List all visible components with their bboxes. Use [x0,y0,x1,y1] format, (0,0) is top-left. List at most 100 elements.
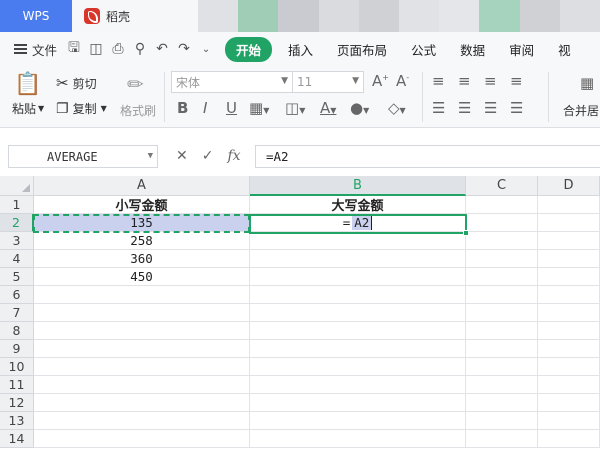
merge-center-button[interactable]: 合并居 [563,102,599,119]
undo-icon[interactable]: ↶ [151,41,173,57]
select-all-corner[interactable] [0,176,34,196]
column-header-c[interactable]: C [466,176,538,196]
cell-b14[interactable] [250,430,466,448]
bold-icon[interactable]: B [177,99,188,117]
row-header-5[interactable]: 5 [0,268,34,286]
eraser-icon[interactable]: ◇▼ [388,99,406,117]
cell-b7[interactable] [250,304,466,322]
font-color-icon[interactable]: A▼ [320,99,336,117]
font-size-select[interactable]: 11 ▼ [292,71,364,93]
cell-c4[interactable] [466,250,538,268]
paste-button[interactable]: 📋 [14,72,41,97]
cell-b11[interactable] [250,376,466,394]
docer-tab[interactable]: 稻壳 [72,0,198,32]
row-header-2[interactable]: 2 [0,214,34,232]
cell-d14[interactable] [538,430,600,448]
print-preview-icon[interactable]: ⚲ [129,41,151,57]
cell-d1[interactable] [538,196,600,214]
cell-a5[interactable]: 450 [34,268,250,286]
cell-b5[interactable] [250,268,466,286]
tab-page-layout[interactable]: 页面布局 [325,40,399,59]
cell-a1[interactable]: 小写金额 [34,196,250,214]
cell-b1[interactable]: 大写金额 [250,196,466,214]
column-header-b[interactable]: B [250,176,466,196]
increase-font-icon[interactable]: A+ [372,72,389,90]
cell-d8[interactable] [538,322,600,340]
cell-a12[interactable] [34,394,250,412]
cell-a7[interactable] [34,304,250,322]
tab-data[interactable]: 数据 [448,40,497,59]
save-icon[interactable]: 🖫 [63,37,85,61]
tab-formulas[interactable]: 公式 [399,40,448,59]
paste-dropdown[interactable]: 粘贴 ▼ [12,100,44,117]
cell-a10[interactable] [34,358,250,376]
cell-d9[interactable] [538,340,600,358]
export-pdf-icon[interactable]: ◫ [85,41,107,57]
fill-color-icon[interactable]: ◫▼ [285,99,305,117]
row-header-12[interactable]: 12 [0,394,34,412]
cell-a14[interactable] [34,430,250,448]
italic-icon[interactable]: I [203,99,207,117]
chevron-down-icon[interactable]: ⌄ [195,44,217,55]
justify-icon[interactable]: ☰ [510,99,523,117]
cell-b4[interactable] [250,250,466,268]
cell-c9[interactable] [466,340,538,358]
align-middle-icon[interactable]: ≡ [458,72,471,90]
cancel-icon[interactable]: ✕ [176,148,188,164]
row-header-7[interactable]: 7 [0,304,34,322]
cell-b12[interactable] [250,394,466,412]
cell-c7[interactable] [466,304,538,322]
row-header-14[interactable]: 14 [0,430,34,448]
row-header-1[interactable]: 1 [0,196,34,214]
cell-c12[interactable] [466,394,538,412]
print-icon[interactable]: ⎙ [107,41,129,57]
fill-handle[interactable] [463,230,469,236]
cell-a3[interactable]: 258 [34,232,250,250]
cell-d3[interactable] [538,232,600,250]
row-header-13[interactable]: 13 [0,412,34,430]
cell-b6[interactable] [250,286,466,304]
in-cell-editor[interactable]: = A2 [343,215,373,230]
cell-d7[interactable] [538,304,600,322]
cell-d10[interactable] [538,358,600,376]
cell-b8[interactable] [250,322,466,340]
cell-c5[interactable] [466,268,538,286]
font-name-select[interactable]: 宋体 ▼ [171,71,293,93]
cut-button[interactable]: ✂ 剪切 [56,74,97,92]
align-left-icon[interactable]: ☰ [432,99,445,117]
cell-a6[interactable] [34,286,250,304]
column-header-a[interactable]: A [34,176,250,196]
row-header-11[interactable]: 11 [0,376,34,394]
tab-insert[interactable]: 插入 [276,40,325,59]
align-center-icon[interactable]: ☰ [458,99,471,117]
cell-a9[interactable] [34,340,250,358]
cell-d12[interactable] [538,394,600,412]
row-header-9[interactable]: 9 [0,340,34,358]
cell-c10[interactable] [466,358,538,376]
formula-input[interactable]: =A2 [255,145,600,168]
cell-c11[interactable] [466,376,538,394]
cell-a8[interactable] [34,322,250,340]
cell-a2[interactable]: 135 [34,214,250,232]
underline-icon[interactable]: U [226,99,237,117]
name-box[interactable]: AVERAGE ▼ [8,145,158,168]
tab-home[interactable]: 开始 [225,36,273,62]
wps-home-tab[interactable]: WPS [0,0,72,32]
row-header-6[interactable]: 6 [0,286,34,304]
file-menu-button[interactable]: 文件 [14,40,57,59]
cell-a4[interactable]: 360 [34,250,250,268]
cell-c6[interactable] [466,286,538,304]
cell-a11[interactable] [34,376,250,394]
cell-b13[interactable] [250,412,466,430]
row-header-10[interactable]: 10 [0,358,34,376]
tab-view[interactable]: 视 [546,40,583,59]
copy-button[interactable]: ❐ 复制 ▼ [56,100,107,117]
font-settings-icon[interactable]: ●▼ [350,99,369,117]
align-top-icon[interactable]: ≡ [432,72,445,90]
align-right-icon[interactable]: ☰ [484,99,497,117]
cell-d13[interactable] [538,412,600,430]
cell-c1[interactable] [466,196,538,214]
cell-c2[interactable] [466,214,538,232]
cell-c3[interactable] [466,232,538,250]
cell-d11[interactable] [538,376,600,394]
